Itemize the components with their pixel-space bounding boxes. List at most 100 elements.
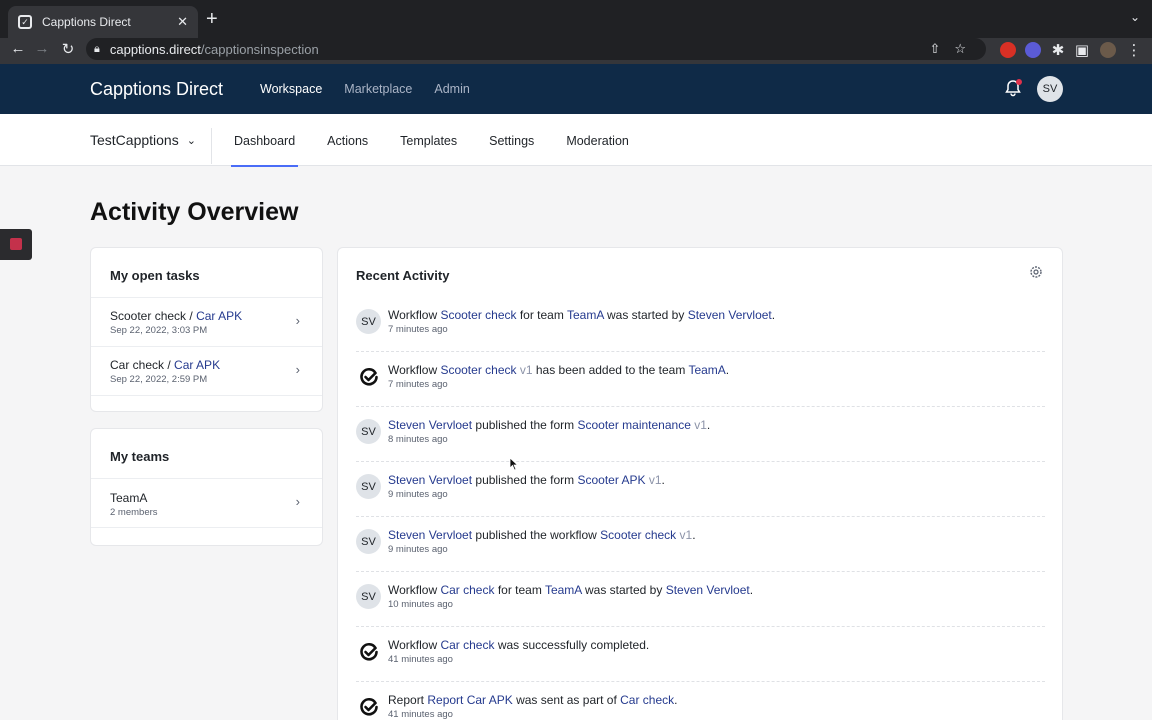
open-tasks-title: My open tasks: [110, 268, 200, 283]
activity-text-fragment: Workflow: [388, 638, 441, 652]
activity-link[interactable]: Scooter maintenance: [577, 418, 690, 432]
tab-actions[interactable]: Actions: [324, 114, 371, 166]
version-tag: v1: [679, 528, 693, 542]
activity-text-fragment: for team: [516, 308, 567, 322]
app-header: Capptions Direct Workspace Marketplace A…: [0, 64, 1152, 114]
activity-item: SV Steven Vervloet published the workflow…: [356, 517, 1045, 572]
tab-settings[interactable]: Settings: [486, 114, 537, 166]
side-panel-icon[interactable]: ▣: [1072, 41, 1092, 59]
chevron-right-icon: ›: [295, 362, 300, 377]
browser-toolbar: ← → ↻ 🔒︎ capptions.direct /capptionsinsp…: [0, 38, 1152, 64]
team-item[interactable]: TeamA 2 members ›: [91, 478, 322, 527]
tab-search-chevron-icon[interactable]: ⌄: [1130, 10, 1140, 24]
activity-link[interactable]: TeamA: [545, 583, 582, 597]
version-tag: v1: [694, 418, 707, 432]
extension-red-icon[interactable]: [1000, 42, 1016, 58]
activity-link[interactable]: Car check: [440, 638, 494, 652]
tab-templates[interactable]: Templates: [397, 114, 460, 166]
activity-text: Workflow Scooter check v1 has been added…: [388, 363, 729, 377]
activity-time: 7 minutes ago: [388, 379, 448, 390]
activity-text-fragment: published the form: [472, 418, 578, 432]
activity-link[interactable]: Car check: [440, 583, 494, 597]
browser-tab[interactable]: ✓ Capptions Direct ✕: [8, 6, 198, 38]
activity-text-fragment: Report: [388, 693, 428, 707]
activity-link[interactable]: Steven Vervloet: [688, 308, 772, 322]
activity-link[interactable]: Steven Vervloet: [388, 418, 472, 432]
stop-icon: [10, 238, 22, 250]
divider: [91, 395, 322, 396]
activity-link[interactable]: TeamA: [567, 308, 604, 322]
nav-admin[interactable]: Admin: [434, 82, 469, 96]
reload-icon[interactable]: ↻: [58, 40, 78, 58]
task-item[interactable]: Car check / Car APK Sep 22, 2022, 2:59 P…: [91, 346, 322, 395]
activity-text: Steven Vervloet published the form Scoot…: [388, 473, 665, 487]
team-subnav: TestCapptions ⌄ Dashboard Actions Templa…: [0, 114, 1152, 167]
browser-menu-icon[interactable]: ⋮: [1124, 41, 1144, 59]
version-tag: v1: [648, 473, 662, 487]
activity-link[interactable]: Scooter check: [440, 308, 516, 322]
user-avatar: SV: [356, 474, 381, 499]
back-arrow-icon[interactable]: ←: [8, 40, 28, 57]
activity-text-fragment: was sent as part of: [512, 693, 621, 707]
activity-text: Report Report Car APK was sent as part o…: [388, 693, 678, 707]
recent-activity-title: Recent Activity: [356, 268, 450, 283]
activity-item: SV Workflow Scooter check for team TeamA …: [356, 297, 1045, 352]
extension-purple-icon[interactable]: [1025, 42, 1041, 58]
activity-text-fragment: Workflow: [388, 583, 441, 597]
share-and-bookmark-icons[interactable]: ⇧☆: [929, 41, 980, 57]
app-brand[interactable]: Capptions Direct: [90, 79, 223, 100]
task-date: Sep 22, 2022, 2:59 PM: [110, 374, 208, 385]
puzzle-extensions-icon[interactable]: ✱: [1048, 41, 1068, 59]
activity-text: Steven Vervloet published the form Scoot…: [388, 418, 710, 432]
url-host: capptions.direct: [109, 41, 201, 57]
nav-workspace[interactable]: Workspace: [260, 82, 322, 96]
capptions-check-icon: [356, 364, 381, 389]
address-bar[interactable]: 🔒︎ capptions.direct /capptionsinspection…: [86, 38, 986, 60]
nav-marketplace[interactable]: Marketplace: [344, 82, 412, 96]
chevron-down-icon: ⌄: [186, 134, 196, 147]
close-tab-icon[interactable]: ✕: [177, 14, 188, 30]
activity-link[interactable]: TeamA: [688, 363, 725, 377]
forward-arrow-icon[interactable]: →: [32, 40, 52, 57]
divider: [91, 527, 322, 528]
task-item[interactable]: Scooter check / Car APK Sep 22, 2022, 3:…: [91, 297, 322, 346]
activity-link[interactable]: Report Car APK: [427, 693, 512, 707]
version-tag: v1: [519, 363, 533, 377]
activity-text: Workflow Car check for team TeamA was st…: [388, 583, 753, 597]
tab-moderation[interactable]: Moderation: [563, 114, 632, 166]
page-title: Activity Overview: [90, 198, 299, 226]
activity-item: SV Workflow Car check for team TeamA was …: [356, 572, 1045, 627]
activity-link[interactable]: Steven Vervloet: [666, 583, 750, 597]
notifications-bell-icon[interactable]: [1003, 78, 1023, 98]
profile-avatar-icon[interactable]: [1100, 42, 1116, 58]
main-nav: Workspace Marketplace Admin: [260, 82, 492, 96]
gear-icon[interactable]: [1029, 265, 1043, 279]
activity-link[interactable]: Scooter check: [440, 363, 516, 377]
activity-text-fragment: .: [692, 528, 696, 542]
activity-item: Report Report Car APK was sent as part o…: [356, 682, 1045, 720]
team-selector[interactable]: TestCapptions ⌄: [90, 132, 196, 148]
capptions-check-icon: [356, 694, 381, 719]
activity-text-fragment: .: [674, 693, 678, 707]
user-avatar: SV: [356, 309, 381, 334]
mouse-cursor-icon: [509, 457, 519, 471]
activity-link[interactable]: Scooter check: [600, 528, 676, 542]
activity-text: Steven Vervloet published the workflow S…: [388, 528, 696, 542]
user-avatar[interactable]: SV: [1037, 76, 1063, 102]
activity-link[interactable]: Scooter APK: [577, 473, 645, 487]
activity-item: SV Steven Vervloet published the form Sco…: [356, 407, 1045, 462]
recording-stop-button[interactable]: [0, 229, 32, 260]
activity-link[interactable]: Steven Vervloet: [388, 528, 472, 542]
chevron-right-icon: ›: [295, 494, 300, 509]
capptions-check-icon: [356, 639, 381, 664]
divider: [211, 128, 212, 164]
activity-text-fragment: Workflow: [388, 363, 441, 377]
activity-link[interactable]: Steven Vervloet: [388, 473, 472, 487]
activity-text-fragment: for team: [494, 583, 545, 597]
tab-dashboard[interactable]: Dashboard: [231, 114, 299, 167]
task-date: Sep 22, 2022, 3:03 PM: [110, 325, 208, 336]
notification-dot: [1016, 79, 1022, 85]
new-tab-button[interactable]: +: [206, 9, 218, 29]
activity-time: 10 minutes ago: [388, 599, 453, 610]
activity-link[interactable]: Car check: [620, 693, 674, 707]
